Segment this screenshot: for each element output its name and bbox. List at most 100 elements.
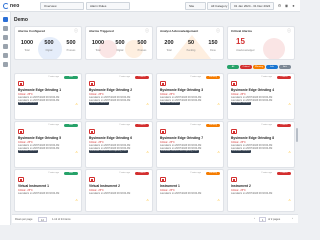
severity-badge: Critical <box>135 171 149 175</box>
severity-badge: Critical <box>277 75 291 79</box>
alarm-flag-icon <box>89 129 95 134</box>
alarm-card[interactable]: 2 mins ago Info Bysimonie Edge Grinding 1C… <box>14 73 82 120</box>
items-range: 1-12 of 24 items <box>52 218 71 221</box>
filter-chip-ack[interactable]: Ack <box>279 65 291 69</box>
alarm-name: Virtual Instrument 1 <box>18 184 49 188</box>
filter-chip-info[interactable]: Info <box>266 65 278 69</box>
alarm-card[interactable]: 2 mins ago Critical Virtual Instrument 2 Cr… <box>85 169 153 212</box>
stat-value: 1000 <box>91 40 105 46</box>
alarm-name: Bysimonie Edge Grinding 5 <box>18 136 62 140</box>
sidebar <box>0 12 11 225</box>
alarm-tag: Installation Services <box>18 150 38 153</box>
page-input[interactable]: 1 <box>259 217 267 222</box>
scrollbar[interactable] <box>296 128 298 142</box>
alarm-name: Instrument 2 <box>231 184 251 188</box>
critical-count: 15 <box>236 37 245 46</box>
alarm-time: 2 mins ago <box>190 76 201 78</box>
alarm-card[interactable]: 2 mins ago Critical Bysimonie Edge Grindin… <box>85 73 153 120</box>
filter-chip-warning[interactable]: Warning <box>253 65 265 69</box>
alarm-card[interactable]: 2 mins ago Critical Bysimonie Edge Grindin… <box>227 121 295 168</box>
rows-per-page-select[interactable]: 12 <box>38 217 47 222</box>
sidebar-users-icon[interactable] <box>3 62 8 67</box>
alarm-time: 2 mins ago <box>119 124 130 126</box>
filter-chip-critical[interactable]: Critical <box>240 65 252 69</box>
severity-badge: Warning <box>206 171 220 175</box>
alarm-last-alarm: Last alarm on 26/07/2023 09:33:00 AM <box>89 192 131 195</box>
alarm-time: 2 mins ago <box>190 124 201 126</box>
alarm-name: Bysimonie Edge Grinding 1 <box>18 88 62 92</box>
alarm-time: 2 mins ago <box>48 124 59 126</box>
alarm-card[interactable]: 2 mins ago Warning Instrument 1 Critical · … <box>156 169 224 212</box>
page-title: Demo <box>14 17 28 23</box>
acknowledge-icon[interactable]: ⚠ <box>288 102 291 106</box>
sidebar-reports-icon[interactable] <box>3 44 8 49</box>
alarm-flag-icon <box>18 129 24 134</box>
acknowledge-icon[interactable]: ⚠ <box>75 198 78 202</box>
alarm-time: 2 mins ago <box>261 124 272 126</box>
alarm-tag: Installation Services and Inspecting Par… <box>160 150 199 153</box>
stat-value: 150 <box>208 40 218 46</box>
stat-label: Digital <box>116 49 124 52</box>
sidebar-devices-icon[interactable] <box>3 35 8 40</box>
notification-icon[interactable]: ◉ <box>284 3 289 8</box>
severity-badge: Info <box>64 123 78 127</box>
user-avatar-icon[interactable]: ● <box>291 3 296 8</box>
acknowledge-icon[interactable]: ⚠ <box>75 150 78 154</box>
severity-badge: Info <box>64 75 78 79</box>
date-range-picker[interactable]: 01 Jan 2024 - 31 Dec 2024 <box>230 2 274 10</box>
alarm-flag-icon <box>18 177 24 182</box>
alarm-flag-icon <box>231 129 237 134</box>
severity-badge: Critical <box>277 123 291 127</box>
acknowledge-icon[interactable]: ⚠ <box>217 102 220 106</box>
alarm-last-alarm: Last alarm on 26/07/2023 09:33:00 AM <box>18 192 60 195</box>
alarm-card[interactable]: 2 mins ago Critical Instrument 2 Critical ·… <box>227 169 295 212</box>
alarm-card[interactable]: 2 mins ago Critical Bysimonie Edge Grindin… <box>85 121 153 168</box>
alarm-flag-icon <box>160 177 166 182</box>
prev-page-icon[interactable]: ‹ <box>252 217 257 220</box>
alarm-name: Bysimonie Edge Grinding 7 <box>160 136 204 140</box>
acknowledge-icon[interactable]: ⚠ <box>75 102 78 106</box>
alarm-last-alarm: Last alarm on 26/07/2023 09:33:00 AM <box>160 192 202 195</box>
alarm-card[interactable]: 2 mins ago Warning Bysimonie Edge Grinding… <box>156 121 224 168</box>
alarm-tag: Installation Services <box>160 102 180 105</box>
alarm-time: 2 mins ago <box>48 76 59 78</box>
acknowledge-icon[interactable]: ⚠ <box>288 150 291 154</box>
alarm-tag: Installation Services <box>89 102 109 105</box>
stat-label: Done <box>210 49 216 52</box>
alarm-name: Bysimonie Edge Grinding 8 <box>231 136 275 140</box>
alarm-tag: Installation Services <box>231 150 251 153</box>
app-logo[interactable]: neo <box>3 2 25 10</box>
filter-chip-all[interactable]: All <box>227 65 239 69</box>
alarm-name: Virtual Instrument 2 <box>89 184 120 188</box>
alarm-time: 2 mins ago <box>190 172 201 174</box>
stat-value: 500 <box>115 40 125 46</box>
alarm-flag-icon <box>18 81 24 86</box>
stat-label: Digital <box>45 49 53 52</box>
settings-icon[interactable]: ⚙ <box>277 3 282 8</box>
stat-value: 200 <box>164 40 174 46</box>
stat-alarms-configured: Alarms Configured ⓘ 1000 500 500 Total D… <box>14 26 82 60</box>
tab-alarm-rules[interactable]: Alarm Rules <box>86 2 130 10</box>
sidebar-dashboard-icon[interactable] <box>3 17 8 22</box>
alarm-card[interactable]: 2 mins ago Warning Bysimonie Edge Grinding… <box>156 73 224 120</box>
acknowledge-icon[interactable]: ⚠ <box>217 150 220 154</box>
sidebar-settings-icon[interactable] <box>3 53 8 58</box>
next-page-icon[interactable]: › <box>290 217 295 220</box>
site-filter[interactable]: Site <box>185 2 206 10</box>
stat-label: Pending <box>186 49 196 52</box>
acknowledge-icon[interactable]: ⚠ <box>288 198 291 202</box>
acknowledge-icon[interactable]: ⚠ <box>217 198 220 202</box>
alarm-card[interactable]: 2 mins ago Info Virtual Instrument 1 Critic… <box>14 169 82 212</box>
sidebar-alarms-icon[interactable] <box>3 26 8 31</box>
alarm-name: Bysimonie Edge Grinding 2 <box>89 88 133 92</box>
stat-label: Process <box>137 49 147 52</box>
tab-overview[interactable]: Overview <box>40 2 84 10</box>
acknowledge-icon[interactable]: ⚠ <box>146 102 149 106</box>
acknowledge-icon[interactable]: ⚠ <box>146 198 149 202</box>
alarm-card[interactable]: 2 mins ago Info Bysimonie Edge Grinding 5C… <box>14 121 82 168</box>
alarm-name: Bysimonie Edge Grinding 4 <box>231 88 275 92</box>
category-select[interactable]: All Category <box>207 2 229 10</box>
stat-alarms-triggered: Alarms Triggered ⓘ 1000 500 500 Total Di… <box>85 26 153 60</box>
acknowledge-icon[interactable]: ⚠ <box>146 150 149 154</box>
alarm-card[interactable]: 2 mins ago Critical Bysimonie Edge Grindin… <box>227 73 295 120</box>
